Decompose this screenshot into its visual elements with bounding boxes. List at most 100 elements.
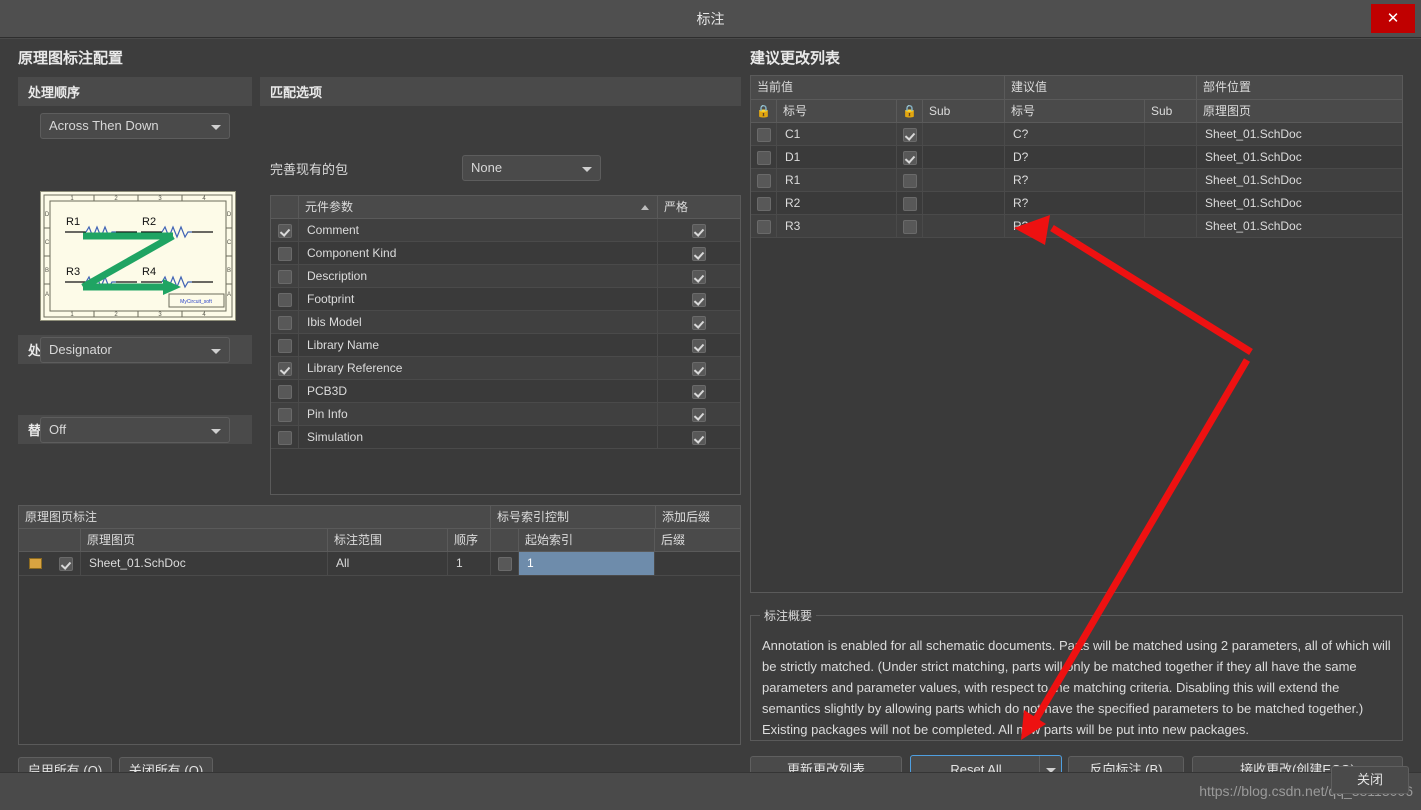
processing-location-combo[interactable]: Designator [40, 337, 230, 363]
table-row[interactable]: Footprint [271, 288, 740, 311]
col-header-location[interactable]: 原理图页 [1197, 100, 1402, 122]
proposed-sub-cell[interactable] [1145, 123, 1197, 145]
col-header-proposed-sub[interactable]: Sub [1145, 100, 1197, 122]
designator-lock-checkbox[interactable] [897, 215, 923, 237]
sheet-order-cell[interactable]: 1 [448, 552, 491, 575]
table-row[interactable]: Description [271, 265, 740, 288]
close-icon[interactable]: ✕ [1371, 4, 1415, 33]
row-select-checkbox[interactable] [751, 123, 777, 145]
checkbox-icon[interactable] [692, 338, 706, 353]
header-parameter[interactable]: 元件参数 [299, 196, 658, 218]
header-strict[interactable]: 严格 [658, 196, 740, 218]
checkbox-icon[interactable] [692, 315, 706, 330]
proposed-designator-cell[interactable]: R? [1005, 169, 1145, 191]
checkbox-icon[interactable] [902, 173, 917, 188]
param-enabled-checkbox[interactable] [271, 403, 299, 425]
checkbox-icon[interactable] [277, 384, 292, 399]
table-row[interactable]: C1 C? Sheet_01.SchDoc [751, 123, 1402, 146]
param-enabled-checkbox[interactable] [271, 380, 299, 402]
start-index-cell[interactable]: 1 [519, 552, 655, 575]
checkbox-icon[interactable] [756, 150, 771, 165]
table-row[interactable]: R1 R? Sheet_01.SchDoc [751, 169, 1402, 192]
param-enabled-checkbox[interactable] [271, 357, 299, 379]
col-header-scope[interactable]: 标注范围 [328, 529, 448, 551]
param-strict-checkbox[interactable] [658, 219, 740, 241]
param-enabled-checkbox[interactable] [271, 242, 299, 264]
table-row[interactable]: PCB3D [271, 380, 740, 403]
designator-lock-checkbox[interactable] [897, 146, 923, 168]
proposed-designator-cell[interactable]: R? [1005, 192, 1145, 214]
param-enabled-checkbox[interactable] [271, 288, 299, 310]
table-row[interactable]: R2 R? Sheet_01.SchDoc [751, 192, 1402, 215]
checkbox-icon[interactable] [277, 407, 292, 422]
param-enabled-checkbox[interactable] [271, 219, 299, 241]
proposed-sub-cell[interactable] [1145, 146, 1197, 168]
col-header-sheet[interactable]: 原理图页 [81, 529, 328, 551]
param-strict-checkbox[interactable] [658, 265, 740, 287]
col-header-suffix[interactable]: 后缀 [655, 529, 740, 551]
checkbox-icon[interactable] [277, 292, 292, 307]
param-strict-checkbox[interactable] [658, 357, 740, 379]
col-header-proposed-designator[interactable]: 标号 [1005, 100, 1145, 122]
designator-lock-checkbox[interactable] [897, 192, 923, 214]
param-enabled-checkbox[interactable] [271, 265, 299, 287]
proposed-designator-cell[interactable]: R? [1005, 215, 1145, 237]
proposed-sub-cell[interactable] [1145, 169, 1197, 191]
checkbox-icon[interactable] [756, 196, 771, 211]
row-select-checkbox[interactable] [751, 169, 777, 191]
checkbox-icon[interactable] [756, 219, 771, 234]
checkbox-icon[interactable] [692, 269, 706, 284]
table-row[interactable]: Sheet_01.SchDoc All 1 1 [19, 552, 740, 576]
param-strict-checkbox[interactable] [658, 426, 740, 448]
param-strict-checkbox[interactable] [658, 403, 740, 425]
checkbox-icon[interactable] [692, 384, 706, 399]
checkbox-icon[interactable] [277, 246, 292, 261]
checkbox-icon[interactable] [692, 430, 706, 445]
checkbox-icon[interactable] [277, 269, 292, 284]
checkbox-icon[interactable] [692, 361, 706, 376]
table-row[interactable]: Ibis Model [271, 311, 740, 334]
param-enabled-checkbox[interactable] [271, 334, 299, 356]
checkbox-icon[interactable] [277, 430, 292, 445]
table-row[interactable]: Pin Info [271, 403, 740, 426]
param-enabled-checkbox[interactable] [271, 311, 299, 333]
checkbox-icon[interactable] [277, 223, 292, 238]
checkbox-icon[interactable] [902, 150, 917, 165]
checkbox-icon[interactable] [902, 219, 917, 234]
col-header-current-designator[interactable]: 标号 [777, 100, 897, 122]
checkbox-icon[interactable] [692, 407, 706, 422]
param-strict-checkbox[interactable] [658, 380, 740, 402]
col-header-order[interactable]: 顺序 [448, 529, 491, 551]
sheet-scope-cell[interactable]: All [328, 552, 448, 575]
sheet-enabled-checkbox[interactable] [51, 552, 81, 575]
close-button[interactable]: 关闭 [1331, 766, 1409, 794]
checkbox-icon[interactable] [902, 127, 917, 142]
row-select-checkbox[interactable] [751, 215, 777, 237]
checkbox-icon[interactable] [497, 556, 512, 571]
processing-order-combo[interactable]: Across Then Down [40, 113, 230, 139]
table-row[interactable]: Library Reference [271, 357, 740, 380]
checkbox-icon[interactable] [58, 556, 73, 571]
subpart-combo[interactable]: Off [40, 417, 230, 443]
proposed-designator-cell[interactable]: D? [1005, 146, 1145, 168]
designator-lock-checkbox[interactable] [897, 123, 923, 145]
checkbox-icon[interactable] [902, 196, 917, 211]
param-strict-checkbox[interactable] [658, 334, 740, 356]
table-row[interactable]: Component Kind [271, 242, 740, 265]
checkbox-icon[interactable] [756, 173, 771, 188]
designator-lock-checkbox[interactable] [897, 169, 923, 191]
refine-packages-combo[interactable]: None [462, 155, 601, 181]
param-enabled-checkbox[interactable] [271, 426, 299, 448]
param-strict-checkbox[interactable] [658, 311, 740, 333]
proposed-designator-cell[interactable]: C? [1005, 123, 1145, 145]
table-row[interactable]: Library Name [271, 334, 740, 357]
checkbox-icon[interactable] [756, 127, 771, 142]
col-header-current-sub[interactable]: Sub [923, 100, 1005, 122]
checkbox-icon[interactable] [277, 361, 292, 376]
checkbox-icon[interactable] [692, 223, 706, 238]
checkbox-icon[interactable] [277, 315, 292, 330]
col-header-start-index[interactable]: 起始索引 [519, 529, 655, 551]
checkbox-icon[interactable] [692, 246, 706, 261]
index-lock-checkbox[interactable] [491, 552, 519, 575]
checkbox-icon[interactable] [277, 338, 292, 353]
